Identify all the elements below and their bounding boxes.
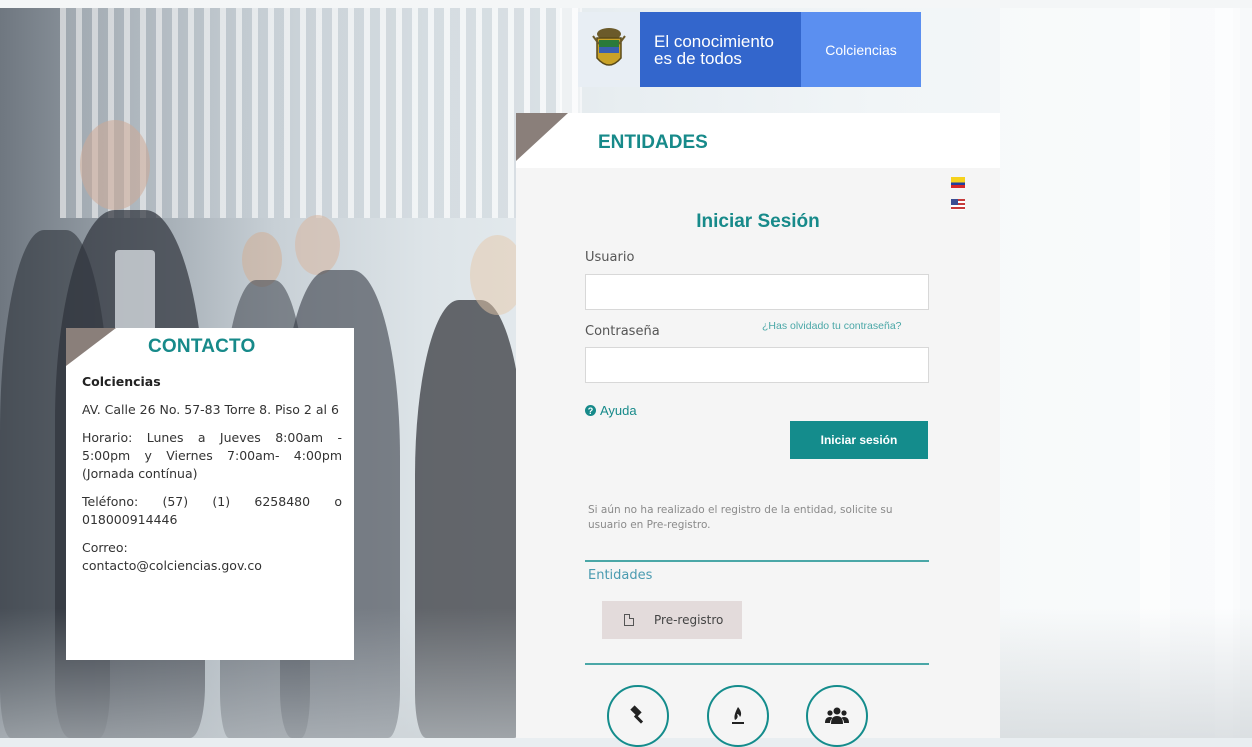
contact-phone: Teléfono: (57) (1) 6258480 o 01800091444…	[82, 494, 342, 527]
contact-email: contacto@colciencias.gov.co	[82, 558, 262, 573]
login-button[interactable]: Iniciar sesión	[790, 421, 928, 459]
entities-label: Entidades	[588, 568, 653, 583]
contact-email-label: Correo:	[82, 540, 128, 555]
divider	[585, 663, 929, 665]
flag-colombia-icon[interactable]	[951, 177, 965, 188]
contact-header: CONTACTO	[66, 328, 354, 366]
corner-decoration	[66, 328, 116, 366]
username-label: Usuario	[585, 250, 635, 265]
preregistro-note: Si aún no ha realizado el registro de la…	[588, 504, 893, 531]
brand-name: Colciencias	[801, 12, 921, 87]
contact-title: CONTACTO	[148, 336, 256, 357]
preregistro-button[interactable]: Pre-registro	[602, 601, 742, 639]
question-icon: ?	[585, 405, 596, 416]
contact-hours: Horario: Lunes a Jueves 8:00am - 5:00pm …	[82, 430, 342, 481]
corner-decoration	[516, 113, 568, 161]
contact-org: Colciencias	[82, 374, 161, 389]
coat-of-arms-logo	[578, 12, 640, 87]
slogan: El conocimiento es de todos	[640, 12, 801, 87]
preregistro-label: Pre-registro	[654, 613, 724, 627]
login-title: Iniciar Sesión	[696, 211, 820, 232]
flag-usa-icon[interactable]	[951, 199, 965, 210]
forgot-password-link[interactable]: ¿Has olvidado tu contraseña?	[762, 320, 902, 332]
help-label: Ayuda	[600, 403, 637, 418]
password-label: Contraseña	[585, 324, 660, 339]
help-link[interactable]: ? Ayuda	[585, 403, 637, 418]
contact-address: AV. Calle 26 No. 57-83 Torre 8. Piso 2 a…	[82, 402, 339, 417]
divider	[585, 560, 929, 562]
government-banner: El conocimiento es de todos Colciencias	[578, 12, 921, 87]
panel-header: ENTIDADES	[516, 113, 1000, 168]
document-icon	[624, 614, 634, 626]
login-panel: ENTIDADES Iniciar Sesión Usuario Contras…	[516, 113, 1000, 747]
username-input[interactable]	[585, 274, 929, 310]
password-input[interactable]	[585, 347, 929, 383]
tab-entidades[interactable]: ENTIDADES	[598, 132, 708, 154]
contact-card: CONTACTO Colciencias AV. Calle 26 No. 57…	[66, 328, 354, 660]
